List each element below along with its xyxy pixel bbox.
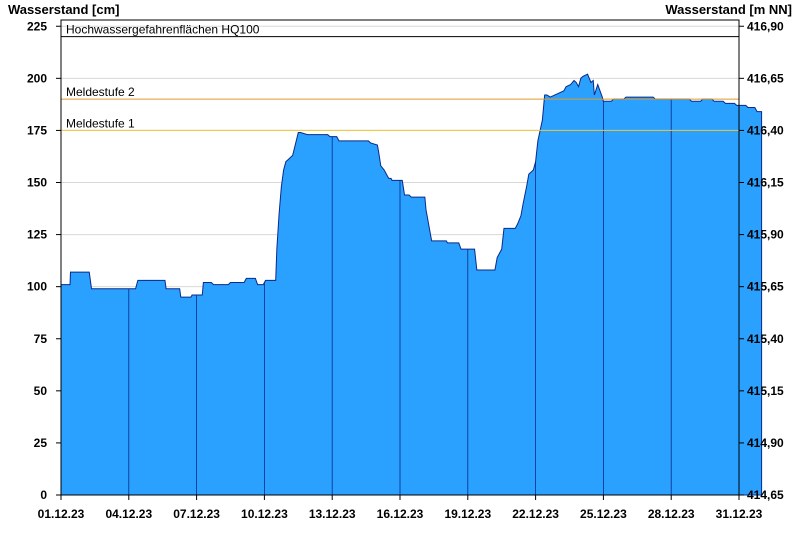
y-tick-label-right: 416,15 — [747, 176, 784, 190]
y-tick-label-right: 416,65 — [747, 71, 784, 85]
water-level-area — [60, 73, 763, 496]
reference-line-label: Hochwassergefahrenflächen HQ100 — [66, 23, 260, 37]
x-tick-label: 28.12.23 — [648, 507, 695, 521]
y-tick-label-left: 100 — [27, 280, 47, 294]
y-tick-label-right: 414,65 — [747, 488, 784, 502]
y-tick-label-left: 125 — [27, 228, 47, 242]
x-tick-label: 25.12.23 — [580, 507, 627, 521]
x-tick-label: 16.12.23 — [377, 507, 424, 521]
x-tick-label: 31.12.23 — [716, 507, 763, 521]
x-tick-label: 22.12.23 — [512, 507, 559, 521]
x-tick-label: 19.12.23 — [444, 507, 491, 521]
y-tick-label-left: 0 — [40, 488, 47, 502]
water-level-chart: Wasserstand [cm] Wasserstand [m NN] Hoch… — [8, 2, 792, 521]
y-tick-label-right: 415,15 — [747, 384, 784, 398]
y-tick-label-left: 75 — [34, 332, 48, 346]
y-tick-label-left: 50 — [34, 384, 48, 398]
y-tick-label-left: 225 — [27, 19, 47, 33]
y-tick-label-right: 416,40 — [747, 123, 784, 137]
x-tick-label: 07.12.23 — [173, 507, 220, 521]
y-tick-label-left: 25 — [34, 436, 48, 450]
x-tick-label: 10.12.23 — [241, 507, 288, 521]
y-tick-label-left: 200 — [27, 71, 47, 85]
y-axis-title-right: Wasserstand [m NN] — [665, 2, 792, 17]
y-tick-label-right: 415,90 — [747, 228, 784, 242]
reference-line-label: Meldestufe 2 — [66, 85, 135, 99]
x-tick-label: 01.12.23 — [38, 507, 85, 521]
y-tick-label-left: 150 — [27, 176, 47, 190]
y-tick-label-right: 415,65 — [747, 280, 784, 294]
y-tick-label-right: 414,90 — [747, 436, 784, 450]
x-tick-label: 04.12.23 — [105, 507, 152, 521]
x-tick-label: 13.12.23 — [309, 507, 356, 521]
y-tick-label-right: 415,40 — [747, 332, 784, 346]
reference-line-label: Meldestufe 1 — [66, 116, 135, 130]
y-tick-label-left: 175 — [27, 123, 47, 137]
y-tick-label-right: 416,90 — [747, 19, 784, 33]
y-axis-title-left: Wasserstand [cm] — [8, 2, 120, 17]
